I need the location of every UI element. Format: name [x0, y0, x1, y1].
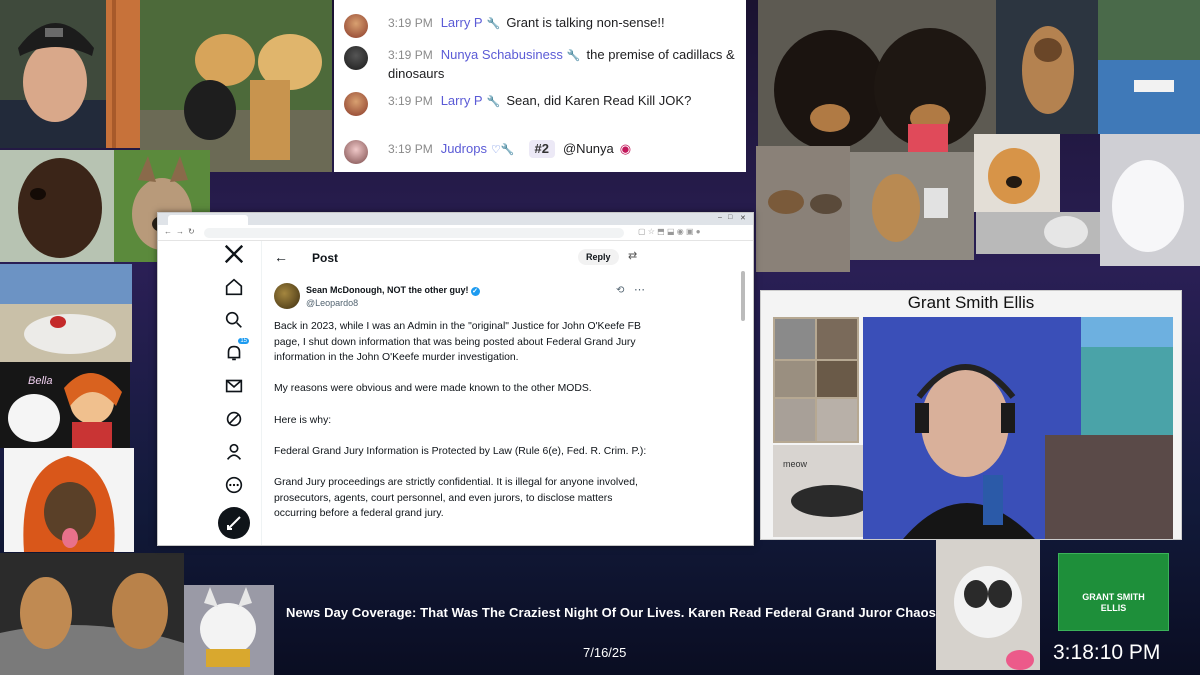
photo-yorkies [0, 553, 184, 675]
home-icon[interactable] [223, 276, 245, 298]
photo-dogs-walking [756, 146, 850, 272]
search-icon[interactable] [223, 309, 245, 331]
maximize-icon[interactable]: □ [728, 214, 732, 221]
photo-car-seat [976, 212, 1100, 254]
post-header-title: Post [312, 251, 339, 265]
chat-message: 3:19 PM Larry P 🔧 Grant is talking non-sens… [344, 14, 738, 38]
messages-envelope-icon[interactable] [223, 375, 245, 397]
photo-lake-boat [1098, 0, 1200, 134]
photo-three-dogs [140, 0, 332, 172]
photo-two-rottweilers [758, 0, 996, 152]
more-options-icon[interactable] [223, 474, 245, 496]
photo-dog-sidewalk [850, 152, 974, 260]
user-avatar [344, 140, 368, 164]
broadcast-date: 7/16/25 [583, 645, 627, 660]
reply-settings-icon[interactable]: ⇄ [628, 249, 637, 262]
author-handle[interactable]: @Leopardo8 [306, 298, 358, 308]
host-webcam [863, 317, 1173, 539]
chat-text: Sean, did Karen Read Kill JOK? [506, 93, 692, 108]
post-more-icon[interactable]: ⋯ [634, 283, 645, 296]
chat-text: @Nunya [562, 141, 614, 156]
chat-username[interactable]: Larry P [441, 15, 483, 30]
bella-label: Bella [28, 375, 52, 387]
extensions-icon[interactable]: ▢ ☆ ⬒ ⬓ ◉ ▣ ● [638, 227, 701, 236]
x-logo-icon[interactable] [223, 243, 245, 265]
chat-username[interactable]: Judrops [441, 141, 487, 156]
photo-orange-strip [106, 0, 140, 148]
post-body: Back in 2023, while I was an Admin in th… [274, 319, 654, 537]
photo-pomeranian [974, 134, 1060, 212]
post-paragraph: Here is why: [274, 414, 332, 426]
logo-title: GRANT SMITH [1082, 592, 1145, 602]
profile-icon[interactable] [223, 441, 245, 463]
news-headline: News Day Coverage: That Was The Craziest… [286, 605, 936, 620]
live-chat-panel: 3:19 PM Larry P 🔧 Grant is talking non-sens… [334, 0, 746, 172]
notifications-bell-icon[interactable]: 15 [223, 338, 249, 364]
forward-nav-icon[interactable]: → [176, 227, 184, 236]
chat-timestamp: 3:19 PM [388, 94, 433, 108]
chat-message: 3:19 PM Judrops ♡🔧 #2 @Nunya ◉ [344, 140, 738, 164]
post-paragraph: Back in 2023, while I was an Admin in th… [274, 321, 641, 364]
post-header: ← Post Reply ⇄ [262, 241, 747, 275]
browser-window: – □ ✕ ← → ↻ ▢ ☆ ⬒ ⬓ ◉ ▣ ● 15 ← Post Repl… [157, 212, 754, 546]
photo-landscape-dog [0, 264, 132, 362]
chat-message: 3:19 PM Nunya Schabusiness 🔧 the premise of… [344, 46, 738, 83]
channel-logo: GRANT SMITH ELLIS [1058, 553, 1169, 631]
photo-dog-in-car [996, 0, 1098, 134]
back-arrow-icon[interactable]: ← [274, 249, 288, 265]
author-name[interactable]: Sean McDonough, NOT the other guy! [306, 285, 469, 295]
compose-post-icon[interactable] [218, 507, 250, 539]
photo-white-fluffy [1100, 134, 1200, 266]
rank-badge: #2 [528, 140, 555, 158]
post-detail-pane: ← Post Reply ⇄ Sean McDonough, NOT the o… [261, 241, 747, 545]
photo-man-selfie [0, 0, 106, 148]
address-bar-row: ← → ↻ ▢ ☆ ⬒ ⬓ ◉ ▣ ● [158, 225, 753, 241]
url-input[interactable] [204, 228, 624, 238]
grok-icon[interactable] [223, 408, 245, 430]
host-panel: Grant Smith Ellis meow [760, 290, 1182, 540]
meow-caption: meow [783, 459, 808, 469]
photo-bella-cartoon: Bella [0, 362, 130, 448]
grok-explain-icon[interactable]: ⟲ [616, 285, 624, 296]
reply-button[interactable]: Reply [578, 249, 619, 265]
post-paragraph: Grand Jury proceedings are strictly conf… [274, 476, 638, 520]
chat-username[interactable]: Larry P [441, 93, 483, 108]
chat-timestamp: 3:19 PM [388, 48, 433, 62]
chat-timestamp: 3:19 PM [388, 16, 433, 30]
close-icon[interactable]: ✕ [740, 214, 746, 222]
photo-spaniel [0, 150, 114, 262]
post-paragraph: Federal Grand Jury Information is Protec… [274, 445, 647, 457]
minimize-icon[interactable]: – [718, 214, 722, 221]
user-avatar [344, 14, 368, 38]
chat-text: Grant is talking non-sense!! [506, 15, 665, 30]
chat-timestamp: 3:19 PM [388, 142, 433, 156]
author-avatar[interactable] [274, 283, 300, 309]
browser-tab[interactable] [168, 215, 248, 225]
logo-subtitle: ELLIS [1100, 603, 1127, 613]
post-paragraph: My reasons were obvious and were made kn… [274, 383, 592, 395]
heart-badge-icon: ♡🔧 [490, 144, 515, 156]
back-nav-icon[interactable]: ← [164, 227, 172, 236]
author-name-row[interactable]: Sean McDonough, NOT the other guy! ✓ [306, 285, 480, 296]
notification-count-badge: 15 [238, 338, 249, 344]
reload-icon[interactable]: ↻ [188, 227, 195, 236]
scrollbar-thumb[interactable] [741, 271, 745, 321]
panel-title: Grant Smith Ellis [907, 293, 1035, 312]
browser-tab-bar: – □ ✕ [158, 213, 753, 225]
photo-dog-with-hand [936, 540, 1040, 670]
cat-collage [773, 317, 859, 443]
moderator-wrench-icon: 🔧 [486, 96, 501, 108]
user-avatar [344, 92, 368, 116]
user-avatar [344, 46, 368, 70]
emote-icon: ◉ [619, 141, 632, 156]
chat-message: 3:19 PM Larry P 🔧 Sean, did Karen Read Kill… [344, 92, 738, 116]
moderator-wrench-icon: 🔧 [486, 18, 501, 30]
live-clock: 3:18:10 PM [1053, 641, 1161, 664]
moderator-wrench-icon: 🔧 [566, 50, 581, 62]
verified-badge-icon: ✓ [470, 287, 480, 296]
photo-dog-wig [4, 448, 134, 552]
chat-username[interactable]: Nunya Schabusiness [441, 47, 563, 62]
x-sidebar: 15 [216, 243, 252, 545]
photo-french-bulldog [184, 585, 274, 675]
